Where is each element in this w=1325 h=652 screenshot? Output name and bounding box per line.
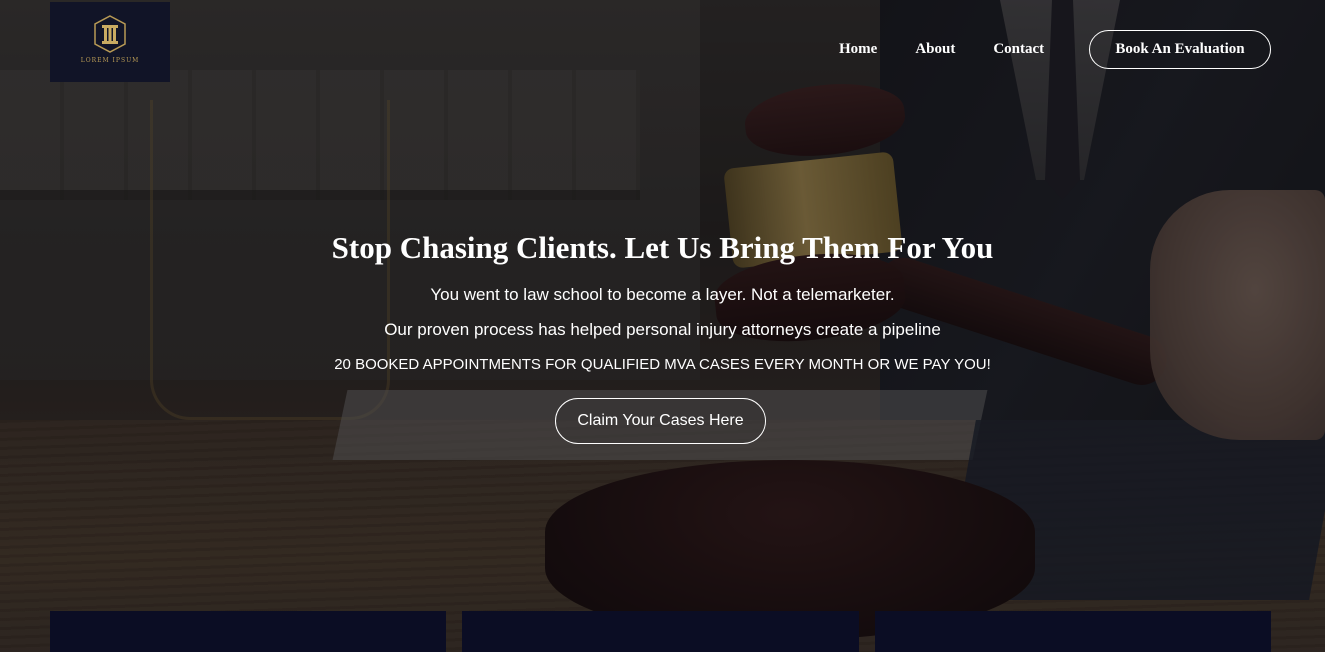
claim-cases-button[interactable]: Claim Your Cases Here [555,398,766,444]
hero-subtitle-2: Our proven process has helped personal i… [384,320,941,339]
logo-text: LOREM IPSUM [80,57,140,64]
main-nav: Home About Contact [820,30,1063,69]
feature-card [462,611,859,652]
hero-title: Stop Chasing Clients. Let Us Bring Them … [331,230,994,265]
hero-subtitle-1: You went to law school to become a layer… [430,285,895,304]
hero-guarantee: 20 BOOKED APPOINTMENTS FOR QUALIFIED MVA… [334,356,991,373]
nav-home-link[interactable]: Home [820,41,896,58]
nav-about-link[interactable]: About [896,41,974,58]
site-logo[interactable]: LOREM IPSUM [50,2,170,82]
feature-card [50,611,446,652]
feature-card [875,611,1271,652]
nav-contact-link[interactable]: Contact [974,41,1063,58]
book-evaluation-button[interactable]: Book An Evaluation [1089,30,1271,69]
hero-section: LOREM IPSUM Home About Contact Book An E… [0,0,1325,652]
pillar-icon [93,15,127,53]
